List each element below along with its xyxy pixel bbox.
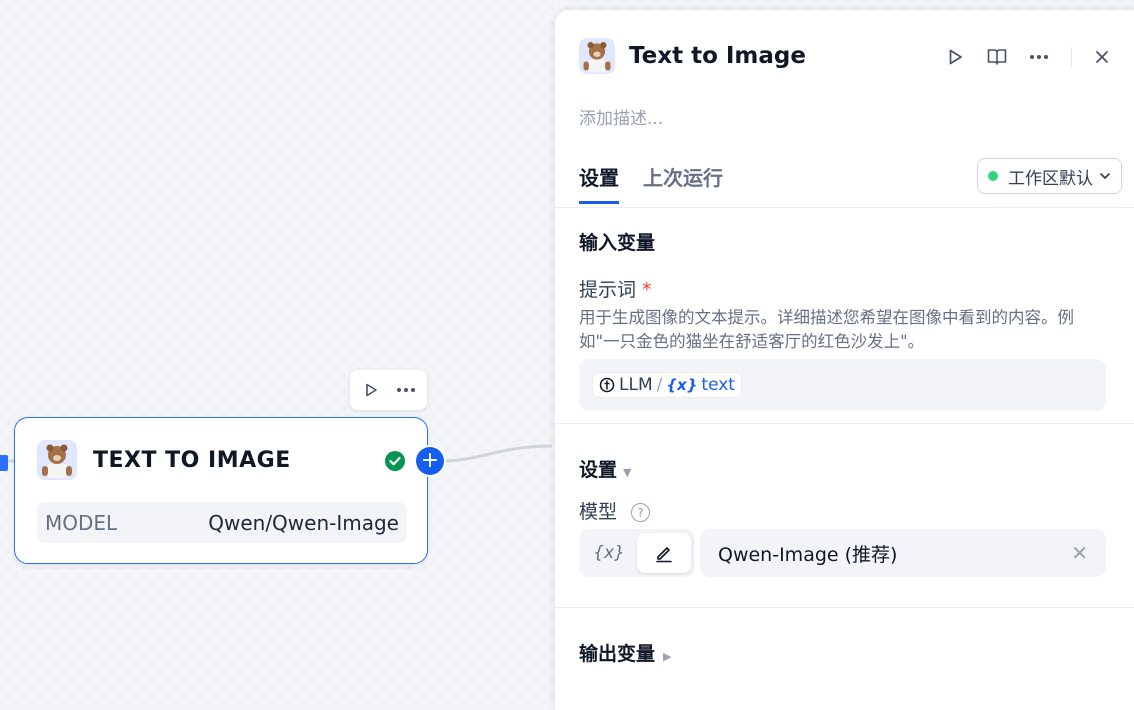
caret-down-icon: ▼ xyxy=(623,466,632,479)
output-variables-toggle[interactable]: 输出变量 ▶ xyxy=(579,639,671,666)
node-more-button[interactable] xyxy=(393,377,419,403)
description-input[interactable]: 添加描述... xyxy=(579,104,663,129)
workspace-label: 工作区默认 xyxy=(1008,168,1093,189)
panel-tabs: 设置 上次运行 xyxy=(579,162,747,204)
divider xyxy=(555,207,1134,208)
divider xyxy=(555,423,1134,424)
variable-icon: {x} xyxy=(666,376,698,394)
text-to-image-node[interactable]: TEXT TO IMAGE + MODEL Qwen/Qwen-Image xyxy=(14,417,444,564)
close-panel-button[interactable] xyxy=(1086,41,1118,73)
edge-connector xyxy=(0,444,553,463)
model-value: Qwen/Qwen-Image xyxy=(208,510,399,535)
model-select[interactable]: Qwen-Image (推荐) ✕ xyxy=(700,529,1106,577)
chip-separator: / xyxy=(656,375,663,395)
add-next-node-button[interactable]: + xyxy=(416,447,444,475)
workflow-canvas[interactable]: TEXT TO IMAGE + MODEL Qwen/Qwen-Image xyxy=(0,0,560,701)
caret-right-icon: ▶ xyxy=(663,650,672,663)
more-icon xyxy=(1030,55,1048,59)
play-icon xyxy=(949,49,962,65)
workspace-selector[interactable]: 工作区默认 xyxy=(977,158,1122,194)
tool-avatar-icon xyxy=(579,38,615,74)
status-dot xyxy=(988,171,998,181)
node-input-handle[interactable] xyxy=(0,455,8,471)
llm-icon xyxy=(599,377,615,393)
chevron-down-icon xyxy=(1100,173,1110,180)
play-icon xyxy=(366,383,378,397)
node-title: TEXT TO IMAGE xyxy=(93,447,291,473)
more-icon xyxy=(396,388,415,392)
model-label: 模型? xyxy=(579,497,651,524)
input-variables-title: 输入变量 xyxy=(579,232,656,254)
model-select-value: Qwen-Image (推荐) xyxy=(718,543,898,566)
tab-settings[interactable]: 设置 xyxy=(579,162,619,204)
run-step-button[interactable] xyxy=(939,41,971,73)
prompt-label-text: 提示词 xyxy=(579,279,637,301)
divider xyxy=(555,607,1134,608)
check-circle-icon xyxy=(385,451,405,471)
node-model-row: MODEL Qwen/Qwen-Image xyxy=(37,502,407,543)
node-settings-panel: Text to Image 添加描述... 设置 上次运行 工作区默认 输入变量… xyxy=(555,10,1134,710)
variable-mode-button[interactable]: {x} xyxy=(587,537,631,569)
pencil-icon xyxy=(656,547,672,563)
tab-last-run[interactable]: 上次运行 xyxy=(643,162,723,204)
plus-icon: + xyxy=(420,448,440,473)
clear-icon[interactable]: ✕ xyxy=(1071,541,1088,565)
help-icon[interactable]: ? xyxy=(631,503,651,522)
settings-title: 设置 xyxy=(579,459,618,481)
prompt-help-text: 用于生成图像的文本提示。详细描述您希望在图像中看到的内容。例如"一只金色的猫坐在… xyxy=(579,308,1074,351)
model-label-text: 模型 xyxy=(579,501,618,523)
panel-title[interactable]: Text to Image xyxy=(629,43,806,69)
book-icon xyxy=(987,49,1007,65)
prompt-label: 提示词 * xyxy=(579,275,652,302)
output-variables-title: 输出变量 xyxy=(579,643,656,665)
node-header: TEXT TO IMAGE xyxy=(37,440,291,480)
model-input-mode-toggle: {x} xyxy=(579,529,695,577)
panel-actions xyxy=(939,41,1128,73)
variable-reference-chip[interactable]: LLM / {x} text xyxy=(593,373,741,397)
help-docs-button[interactable] xyxy=(981,41,1013,73)
required-mark: * xyxy=(642,279,652,301)
tool-avatar-icon xyxy=(37,440,77,480)
panel-header: Text to Image xyxy=(579,38,806,74)
close-icon xyxy=(1096,51,1108,63)
manual-mode-button[interactable] xyxy=(637,533,691,573)
model-label: MODEL xyxy=(45,510,118,535)
chip-variable: text xyxy=(701,375,735,395)
panel-more-button[interactable] xyxy=(1023,41,1055,73)
chip-source: LLM xyxy=(619,375,653,395)
node-toolbar xyxy=(350,370,427,410)
divider xyxy=(1071,47,1072,67)
prompt-input[interactable]: LLM / {x} text xyxy=(579,359,1106,411)
run-node-button[interactable] xyxy=(358,377,384,403)
settings-section-toggle[interactable]: 设置 ▼ xyxy=(579,455,631,482)
